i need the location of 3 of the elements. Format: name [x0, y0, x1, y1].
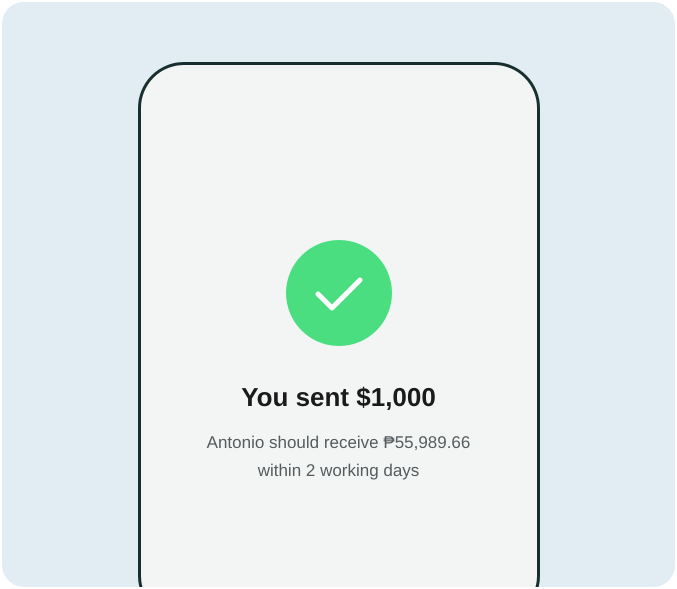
checkmark-icon [286, 240, 392, 346]
confirmation-title: You sent $1,000 [241, 382, 436, 413]
confirmation-message: Antonio should receive ₱55,989.66 within 2 working days [206, 432, 472, 482]
